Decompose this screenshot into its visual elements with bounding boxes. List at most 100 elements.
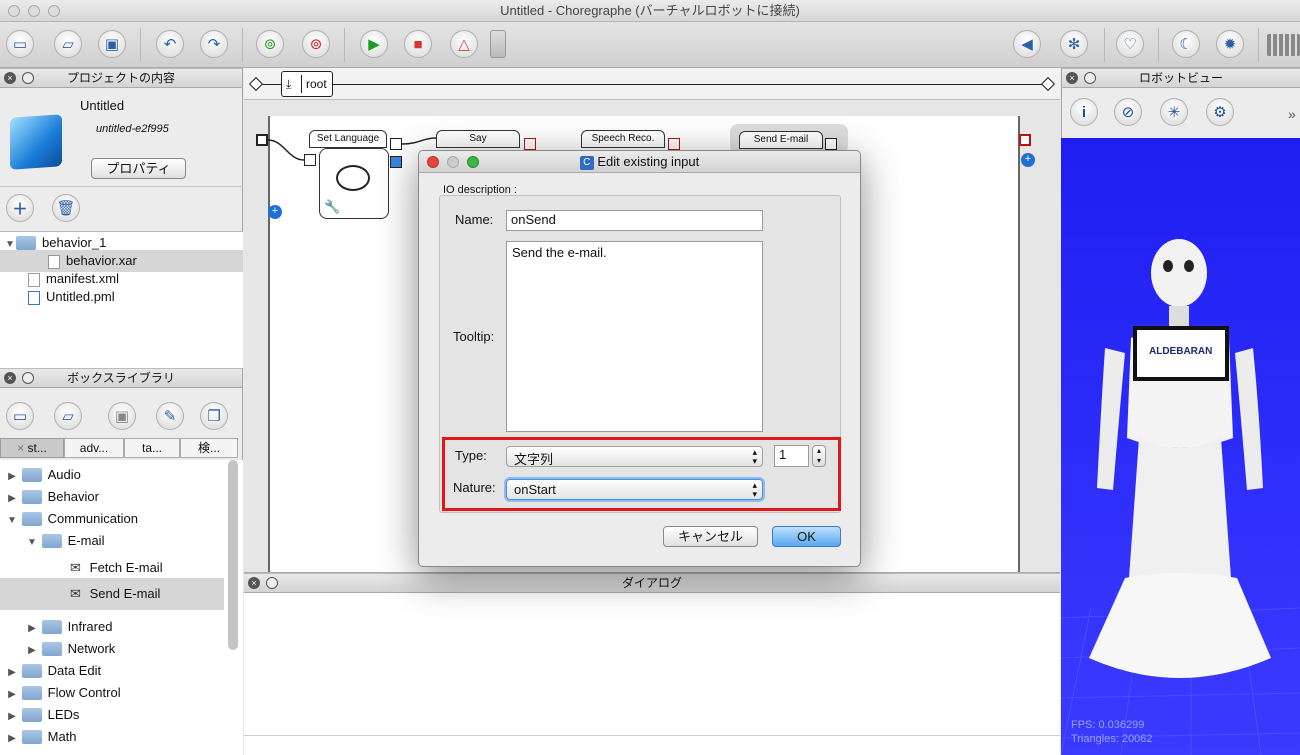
battery-icon [1267, 34, 1300, 56]
volume-icon[interactable]: ◀ [1013, 30, 1041, 58]
heart-icon[interactable]: ♡ [1116, 30, 1144, 58]
nature-select[interactable]: onStart ▴ ▾ [506, 479, 763, 500]
settings-icon[interactable]: ✹ [1216, 30, 1244, 58]
add-icon[interactable]: ＋ [6, 194, 34, 222]
edit-box-icon[interactable]: ✎ [156, 402, 184, 430]
close-panel-icon[interactable]: × [4, 372, 16, 384]
size-stepper[interactable]: ▴ ▾ [812, 445, 826, 467]
choregraphe-icon: C [579, 155, 594, 170]
name-label: Name: [455, 212, 494, 227]
tab-standard[interactable]: × st... [0, 438, 64, 458]
library-item-leds[interactable]: ▶ LEDs [6, 704, 79, 726]
project-file-tree: ▼ behavior_1 behavior.xar manifest.xml Un… [0, 231, 243, 368]
project-cube-icon [10, 114, 62, 170]
library-item-flow-control[interactable]: ▶ Flow Control [6, 682, 120, 704]
tab-advanced[interactable]: adv... [64, 438, 124, 458]
redo-icon[interactable]: ↷ [200, 30, 228, 58]
library-item-data-edit[interactable]: ▶ Data Edit [6, 660, 101, 682]
undo-icon[interactable]: ↶ [156, 30, 184, 58]
dialog-title: Edit existing input [597, 154, 700, 169]
tooltip-label: Tooltip: [453, 329, 495, 344]
motor-icon[interactable]: ⊘ [1114, 98, 1142, 126]
library-scrollbar[interactable] [228, 460, 238, 650]
new-window-icon[interactable]: ▭ [6, 30, 34, 58]
name-input[interactable]: onSend [506, 210, 763, 231]
dialog-minimize-button[interactable] [447, 156, 459, 168]
sleep-icon[interactable]: ☾ [1172, 30, 1200, 58]
close-panel-icon[interactable]: × [1066, 72, 1078, 84]
tree-item-pml[interactable]: Untitled.pml [28, 286, 115, 308]
copy-icon[interactable]: ❐ [200, 402, 228, 430]
zoom-window-button[interactable] [48, 5, 60, 17]
library-item-network[interactable]: ▶ Network [26, 638, 115, 660]
tab-search[interactable]: 検... [180, 438, 238, 458]
type-label: Type: [455, 448, 487, 463]
fps-readout: FPS: 0.036299 [1071, 719, 1145, 731]
more-icon[interactable]: » [1288, 106, 1296, 122]
posture-icon[interactable]: ✻ [1060, 30, 1088, 58]
project-panel-header: × プロジェクトの内容 [0, 68, 242, 88]
dialog-panel: × ダイアログ [244, 572, 1060, 755]
new-window-icon[interactable]: ▭ [6, 402, 34, 430]
collision-icon[interactable]: ✳ [1160, 98, 1188, 126]
robot-brand-label: ALDEBARAN [1149, 346, 1213, 357]
select-arrows-icon: ▴ ▾ [752, 447, 757, 466]
robot-view-panel: × ロボットビュー i ⊘ ✳ ⚙ » [1061, 68, 1300, 138]
close-panel-icon[interactable]: × [248, 577, 260, 589]
float-panel-icon[interactable] [266, 577, 278, 589]
open-folder-icon[interactable]: ▱ [54, 30, 82, 58]
library-item-email[interactable]: ▼ E-mail [26, 530, 104, 552]
select-arrows-icon: ▴ ▾ [752, 480, 757, 499]
open-folder-icon[interactable]: ▱ [54, 402, 82, 430]
save-icon[interactable]: ▣ [108, 402, 136, 430]
type-select[interactable]: 文字列 ▴ ▾ [506, 446, 763, 467]
stop-icon[interactable]: ■ [404, 30, 432, 58]
library-item-audio[interactable]: ▶ Audio [6, 464, 81, 486]
library-item-infrared[interactable]: ▶ Infrared [26, 616, 112, 638]
ok-button[interactable]: OK [772, 526, 841, 547]
library-tree: ▶ Audio ▶ Behavior ▼ Communication ▼ E-m… [0, 460, 243, 755]
dialog-zoom-button[interactable] [467, 156, 479, 168]
minimize-window-button[interactable] [28, 5, 40, 17]
size-input[interactable]: 1 [774, 445, 809, 467]
gear-icon[interactable]: ⚙ [1206, 98, 1234, 126]
library-item-communication[interactable]: ▼ Communication [6, 508, 138, 530]
disconnect-icon[interactable]: ⊚ [302, 30, 330, 58]
window-title: Untitled - Choregraphe (バーチャルロボットに接続) [500, 3, 800, 18]
info-icon[interactable]: i [1070, 98, 1098, 126]
project-name: Untitled [80, 98, 125, 113]
properties-button[interactable]: プロパティ [91, 158, 186, 179]
save-icon[interactable]: ▣ [98, 30, 126, 58]
box-library-title: ボックスライブラリ [67, 371, 175, 385]
box-library-header: × ボックスライブラリ [0, 368, 242, 388]
close-window-button[interactable] [8, 5, 20, 17]
float-panel-icon[interactable] [22, 372, 34, 384]
dialog-close-button[interactable] [427, 156, 439, 168]
triangles-readout: Triangles: 20062 [1071, 733, 1153, 745]
edit-input-dialog: C Edit existing input IO description : N… [418, 150, 861, 567]
library-item-send-email[interactable]: ✉ Send E-mail [0, 578, 224, 610]
trash-icon[interactable]: 🗑 [52, 194, 80, 222]
box-library-panel: × ボックスライブラリ ▭ ▱ ▣ ✎ ❐ × st... adv... ta.… [0, 368, 243, 755]
float-panel-icon[interactable] [1084, 72, 1096, 84]
library-item-fetch-email[interactable]: ✉ Fetch E-mail [70, 557, 163, 579]
library-item-behavior[interactable]: ▶ Behavior [6, 486, 99, 508]
robot-3d-view[interactable]: ALDEBARAN FPS: 0.036299 Triangles: 20062 [1061, 138, 1300, 755]
close-panel-icon[interactable]: × [4, 72, 16, 84]
project-panel: × プロジェクトの内容 Untitled untitled-e2f995 プロパ… [0, 68, 243, 368]
robot-model [1061, 239, 1300, 755]
connect-icon[interactable]: ⊚ [256, 30, 284, 58]
float-panel-icon[interactable] [22, 72, 34, 84]
cancel-button[interactable]: キャンセル [663, 526, 758, 547]
tab-tags[interactable]: ta... [124, 438, 180, 458]
dialog-title-bar: C Edit existing input [419, 151, 860, 173]
tooltip-textarea[interactable]: Send the e-mail. [506, 241, 763, 432]
project-id: untitled-e2f995 [96, 123, 169, 135]
project-panel-title: プロジェクトの内容 [66, 71, 175, 85]
play-icon[interactable]: ▶ [360, 30, 388, 58]
library-item-math[interactable]: ▶ Math [6, 726, 76, 748]
window-title-bar: Untitled - Choregraphe (バーチャルロボットに接続) [0, 0, 1300, 22]
slider-handle[interactable] [490, 30, 506, 58]
debug-icon[interactable]: △ [450, 30, 478, 58]
main-toolbar: ▭ ▱ ▣ ↶ ↷ ⊚ ⊚ ▶ ■ △ ◀ ✻ ♡ ☾ ✹ [0, 22, 1300, 68]
